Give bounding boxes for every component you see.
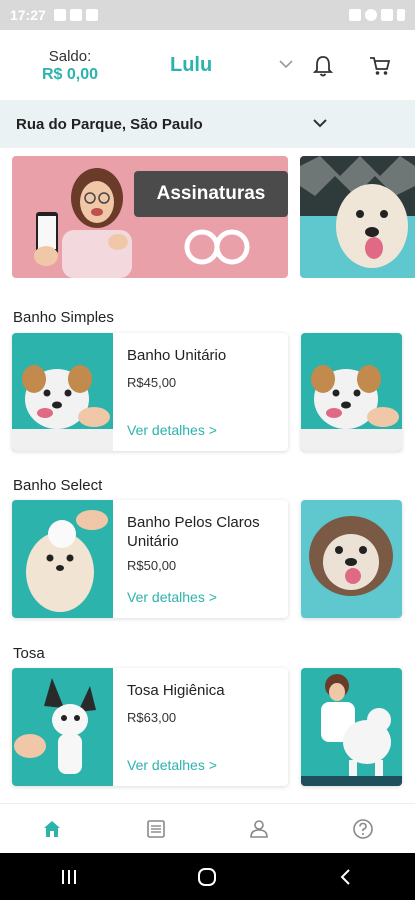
banner-tag: Assinaturas bbox=[134, 171, 288, 217]
nav-profile[interactable] bbox=[208, 804, 312, 853]
product-image bbox=[12, 500, 113, 618]
back-icon bbox=[340, 868, 350, 885]
dog-image bbox=[301, 365, 402, 451]
details-link[interactable]: Ver detalhes > bbox=[127, 757, 217, 773]
banner-girl-image bbox=[34, 168, 132, 278]
wifi-icon bbox=[365, 9, 377, 21]
home-icon bbox=[43, 820, 60, 837]
status-time: 17:27 bbox=[10, 7, 46, 23]
mute-icon bbox=[349, 9, 361, 21]
product-name: Banho Pelos Claros Unitário bbox=[127, 514, 260, 550]
address-text: Rua do Parque, São Paulo bbox=[16, 115, 203, 133]
product-price: R$63,00 bbox=[127, 710, 177, 725]
signal-icon bbox=[381, 9, 393, 21]
nav-orders[interactable] bbox=[104, 804, 208, 853]
banner-dog-carousel-item[interactable] bbox=[300, 156, 415, 278]
profile-icon bbox=[250, 819, 269, 838]
product-card-next[interactable] bbox=[301, 500, 402, 618]
orders-icon bbox=[146, 819, 165, 838]
groomer-image bbox=[301, 674, 402, 786]
product-card-next[interactable] bbox=[301, 668, 402, 786]
product-price: R$50,00 bbox=[127, 558, 177, 573]
dog-image bbox=[300, 156, 415, 278]
balance[interactable]: Saldo: R$ 0,00 bbox=[42, 48, 98, 84]
section-title: Banho Simples bbox=[13, 309, 114, 326]
play-icon bbox=[85, 9, 98, 21]
chevron-down-icon[interactable] bbox=[312, 116, 328, 130]
back-button[interactable] bbox=[326, 857, 366, 897]
product-image bbox=[12, 668, 113, 786]
dog-image bbox=[309, 516, 393, 596]
system-navigation bbox=[0, 853, 415, 900]
chevron-down-icon[interactable] bbox=[278, 58, 294, 70]
battery-icon bbox=[397, 9, 405, 21]
balance-value: R$ 0,00 bbox=[42, 66, 99, 83]
nav-help[interactable] bbox=[311, 804, 415, 853]
image-icon bbox=[53, 9, 66, 21]
infinity-icon bbox=[184, 229, 250, 265]
facebook-icon bbox=[69, 9, 82, 21]
section-title: Banho Select bbox=[13, 477, 103, 494]
section-title: Tosa bbox=[13, 645, 45, 662]
cart-icon[interactable] bbox=[368, 54, 392, 78]
nav-home[interactable] bbox=[0, 804, 104, 853]
product-name: Tosa Higiênica bbox=[127, 682, 225, 699]
bottom-navigation bbox=[0, 803, 415, 853]
bell-icon[interactable] bbox=[312, 54, 334, 78]
recents-button[interactable] bbox=[49, 857, 89, 897]
product-card[interactable]: Banho Unitário R$45,00 Ver detalhes > bbox=[12, 333, 288, 451]
details-link[interactable]: Ver detalhes > bbox=[127, 422, 217, 438]
product-card[interactable]: Banho Pelos Claros Unitário R$50,00 Ver … bbox=[12, 500, 288, 618]
home-system-button[interactable] bbox=[187, 857, 227, 897]
address-selector[interactable]: Rua do Parque, São Paulo bbox=[0, 100, 415, 148]
product-image bbox=[12, 333, 113, 451]
pet-selector[interactable]: Lulu bbox=[170, 54, 212, 77]
product-price: R$45,00 bbox=[127, 375, 177, 390]
app-header: Saldo: R$ 0,00 Lulu bbox=[0, 30, 415, 100]
home-circle-icon bbox=[198, 867, 217, 886]
product-name: Banho Unitário bbox=[127, 347, 227, 364]
help-icon bbox=[353, 818, 373, 839]
product-card[interactable]: Tosa Higiênica R$63,00 Ver detalhes > bbox=[12, 668, 288, 786]
product-card-next[interactable] bbox=[301, 333, 402, 451]
status-bar: 17:27 bbox=[0, 0, 415, 30]
balance-label: Saldo: bbox=[48, 48, 92, 65]
recents-icon bbox=[62, 869, 77, 884]
subscription-banner[interactable]: Assinaturas bbox=[12, 156, 288, 278]
details-link[interactable]: Ver detalhes > bbox=[127, 589, 217, 605]
